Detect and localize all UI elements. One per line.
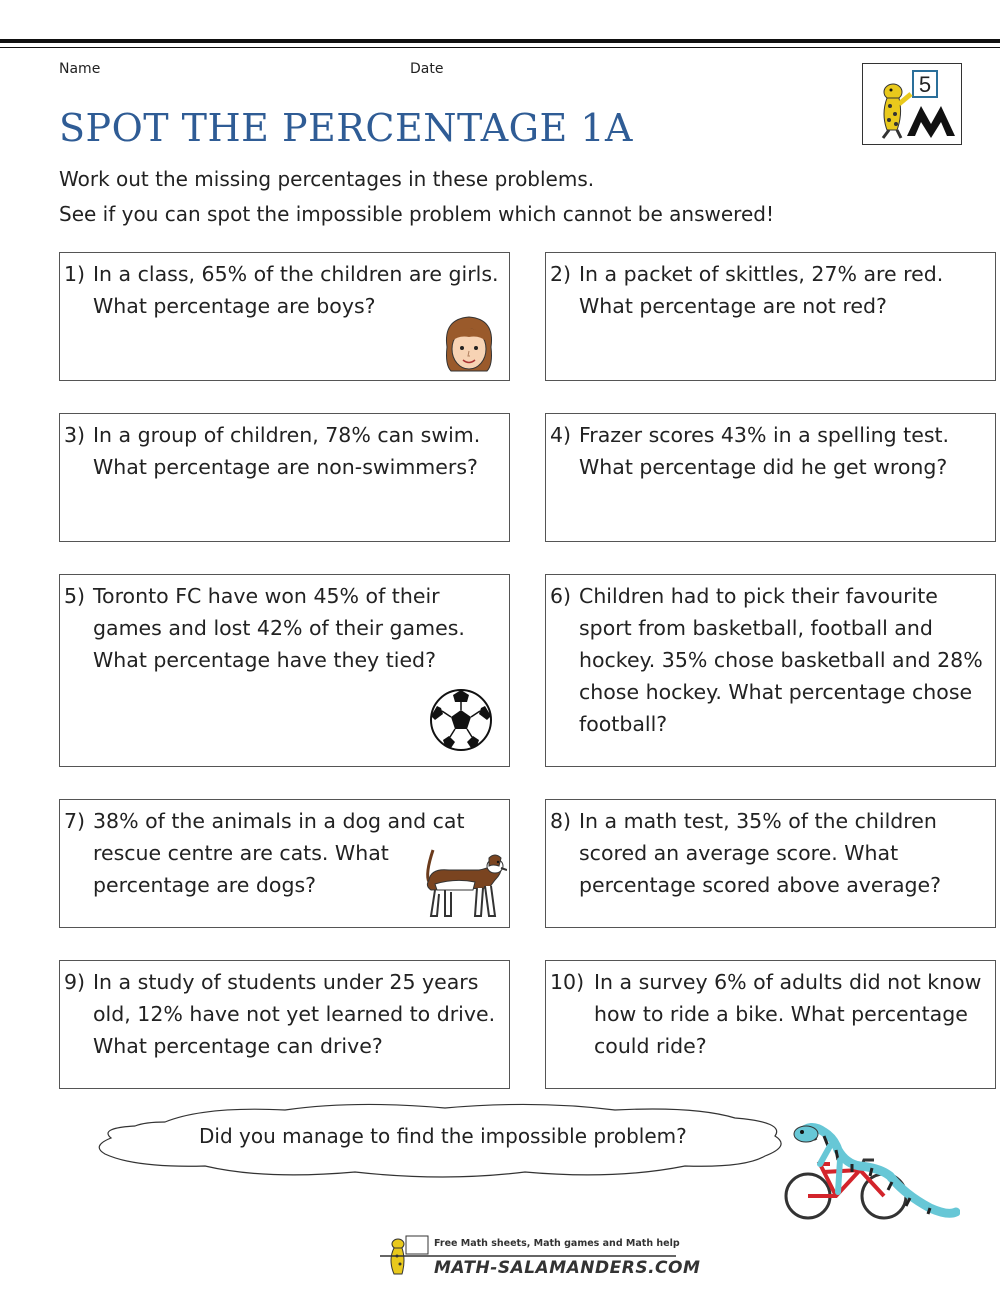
salamander-bike-icon	[784, 1123, 960, 1220]
question-text: Children had to pick their favourite spo…	[579, 584, 983, 736]
question-text: Frazer scores 43% in a spelling test. Wh…	[579, 423, 950, 479]
soccer-ball-icon	[430, 689, 492, 751]
question-number: 1)	[64, 262, 86, 286]
intro-line-1: Work out the missing percentages in thes…	[59, 167, 595, 191]
grade-logo: 5	[862, 63, 962, 145]
question-text: In a math test, 35% of the children scor…	[579, 809, 942, 897]
question-number: 7)	[64, 809, 86, 833]
question-box-10: 10) In a survey 6% of adults did not kno…	[545, 960, 996, 1089]
question-text: In a group of children, 78% can swim. Wh…	[93, 423, 481, 479]
question-box-4: 4) Frazer scores 43% in a spelling test.…	[545, 413, 996, 542]
girl-face-icon	[445, 316, 493, 372]
question-text: In a survey 6% of adults did not know ho…	[594, 970, 982, 1058]
question-number: 5)	[64, 584, 86, 608]
footer-tagline: Free Math sheets, Math games and Math he…	[434, 1238, 680, 1249]
top-rule-thin	[0, 47, 1000, 48]
question-number: 3)	[64, 423, 86, 447]
question-number: 8)	[550, 809, 572, 833]
question-box-2: 2) In a packet of skittles, 27% are red.…	[545, 252, 996, 381]
intro-line-2: See if you can spot the impossible probl…	[59, 202, 774, 226]
question-box-9: 9) In a study of students under 25 years…	[59, 960, 510, 1089]
date-label: Date	[410, 61, 444, 77]
top-rule-thick	[0, 39, 1000, 43]
name-label: Name	[59, 61, 101, 77]
dog-icon	[426, 849, 507, 917]
grade-number: 5	[919, 72, 931, 97]
question-text: In a study of students under 25 years ol…	[93, 970, 496, 1058]
question-box-3: 3) In a group of children, 78% can swim.…	[59, 413, 510, 542]
question-box-6: 6) Children had to pick their favourite …	[545, 574, 996, 767]
cloud-question: Did you manage to find the impossible pr…	[199, 1124, 687, 1148]
question-text: Toronto FC have won 45% of their games a…	[93, 584, 465, 672]
question-box-1: 1) In a class, 65% of the children are g…	[59, 252, 510, 381]
footer-site-name: MATH-SALAMANDERS.COM	[434, 1258, 701, 1278]
question-number: 10)	[550, 970, 585, 994]
question-number: 9)	[64, 970, 86, 994]
question-number: 6)	[550, 584, 572, 608]
question-text: In a packet of skittles, 27% are red. Wh…	[579, 262, 944, 318]
question-box-7: 7) 38% of the animals in a dog and cat r…	[59, 799, 510, 928]
question-box-8: 8) In a math test, 35% of the children s…	[545, 799, 996, 928]
question-number: 4)	[550, 423, 572, 447]
question-box-5: 5) Toronto FC have won 45% of their game…	[59, 574, 510, 767]
page-title: SPOT THE PERCENTAGE 1A	[59, 106, 633, 150]
question-number: 2)	[550, 262, 572, 286]
